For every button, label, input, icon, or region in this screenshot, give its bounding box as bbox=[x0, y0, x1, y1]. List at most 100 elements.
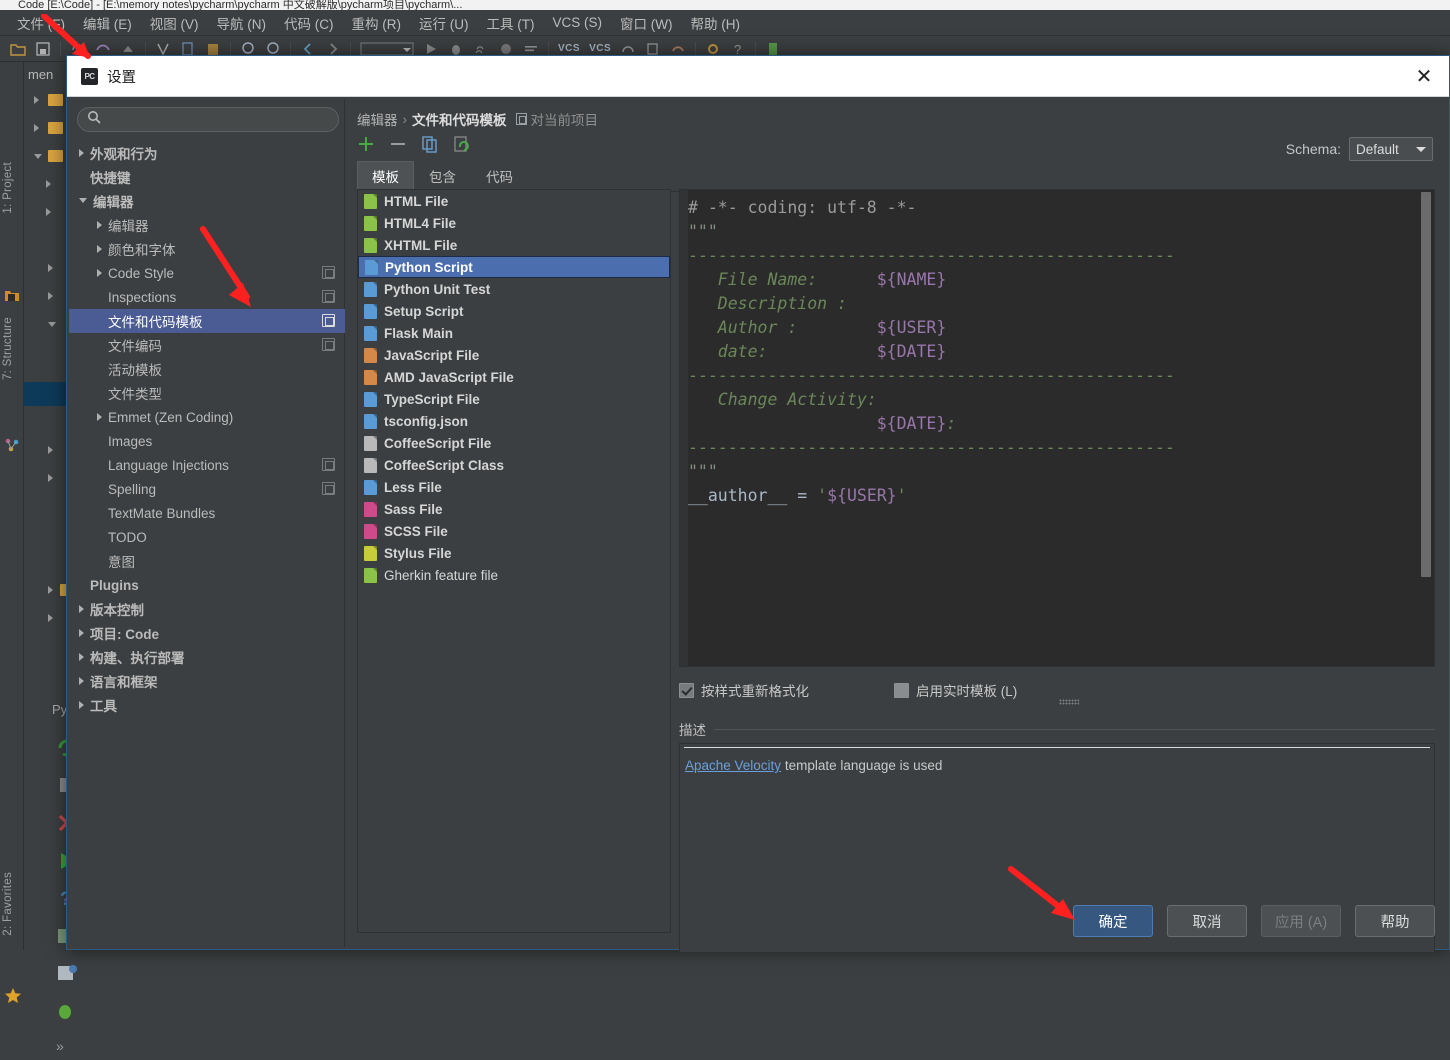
vcs-commit-icon[interactable]: VCS bbox=[589, 43, 611, 54]
chevron-right-icon[interactable] bbox=[97, 221, 102, 229]
menu-navigate[interactable]: 导航 (N) bbox=[208, 11, 276, 35]
debug-bug-icon[interactable] bbox=[56, 1000, 78, 1022]
settings-tree-item[interactable]: 编辑器 bbox=[69, 189, 345, 213]
template-list-item[interactable]: tsconfig.json bbox=[358, 410, 670, 432]
chevron-right-icon[interactable] bbox=[34, 124, 39, 132]
template-editor[interactable]: # -*- coding: utf-8 -*- """ --------------… bbox=[679, 189, 1435, 667]
settings-tree-item[interactable]: 编辑器 bbox=[69, 213, 345, 237]
template-list-item[interactable]: SCSS File bbox=[358, 520, 670, 542]
chevron-right-icon[interactable] bbox=[48, 264, 53, 272]
editor-code[interactable]: # -*- coding: utf-8 -*- """ --------------… bbox=[688, 196, 1412, 666]
chevron-down-icon[interactable] bbox=[48, 322, 56, 331]
sidebar-item-structure[interactable]: 7: Structure bbox=[2, 317, 22, 380]
print-icon[interactable] bbox=[56, 962, 78, 984]
project-tree-row[interactable] bbox=[24, 116, 70, 140]
template-list-item[interactable]: XHTML File bbox=[358, 234, 670, 256]
template-list-item[interactable]: Less File bbox=[358, 476, 670, 498]
settings-tree-item[interactable]: Emmet (Zen Coding) bbox=[69, 405, 345, 429]
tab-2[interactable]: 代码 bbox=[471, 161, 528, 191]
cancel-button[interactable]: 取消 bbox=[1167, 905, 1247, 937]
chevron-right-icon[interactable] bbox=[97, 413, 102, 421]
template-list-item[interactable]: HTML4 File bbox=[358, 212, 670, 234]
chevron-right-icon[interactable] bbox=[48, 474, 53, 482]
chevron-right-icon[interactable] bbox=[97, 269, 102, 277]
project-tree-row[interactable] bbox=[24, 466, 70, 490]
template-list-item[interactable]: Gherkin feature file bbox=[358, 564, 670, 586]
settings-tree-item[interactable]: 活动模板 bbox=[69, 357, 345, 381]
tab-0[interactable]: 模板 bbox=[357, 161, 414, 191]
template-list-item[interactable]: Python Script bbox=[358, 256, 670, 278]
project-tree-row[interactable] bbox=[24, 578, 72, 602]
template-list-item[interactable]: Stylus File bbox=[358, 542, 670, 564]
settings-tree-item[interactable]: 外观和行为 bbox=[69, 141, 345, 165]
close-icon[interactable]: ✕ bbox=[1409, 61, 1439, 91]
settings-tree-item[interactable]: 意图 bbox=[69, 549, 345, 573]
star-icon[interactable] bbox=[4, 987, 21, 1003]
sidebar-item-project[interactable]: 1: Project bbox=[2, 162, 22, 214]
settings-tree-item[interactable]: Spelling bbox=[69, 477, 345, 501]
chevron-right-icon[interactable] bbox=[34, 96, 39, 104]
add-icon[interactable] bbox=[357, 135, 375, 153]
splitter-grip-icon[interactable] bbox=[1059, 699, 1079, 705]
project-tree-row[interactable] bbox=[24, 606, 70, 630]
editor-scrollbar[interactable] bbox=[1420, 192, 1432, 642]
settings-tree-item[interactable]: Language Injections bbox=[69, 453, 345, 477]
settings-tree-item[interactable]: Code Style bbox=[69, 261, 345, 285]
settings-tree-item[interactable]: 构建、执行部署 bbox=[69, 645, 345, 669]
chevron-right-icon[interactable] bbox=[46, 208, 51, 216]
apply-button[interactable]: 应用 (A) bbox=[1261, 905, 1341, 937]
checkbox-icon[interactable] bbox=[894, 682, 909, 698]
settings-tree-item[interactable]: 颜色和字体 bbox=[69, 237, 345, 261]
settings-tree-item[interactable]: Inspections bbox=[69, 285, 345, 309]
sidebar-item-favorites[interactable]: 2: Favorites bbox=[2, 872, 22, 936]
project-tree-row[interactable] bbox=[24, 256, 70, 280]
chevron-right-icon[interactable] bbox=[79, 149, 84, 157]
remove-icon[interactable] bbox=[389, 135, 407, 153]
chevron-right-icon[interactable] bbox=[48, 614, 53, 622]
live-template-checkbox[interactable]: 启用实时模板 (L) bbox=[894, 680, 1017, 700]
settings-tree-item[interactable]: TextMate Bundles bbox=[69, 501, 345, 525]
template-list[interactable]: HTML File HTML4 File XHTML File Python Scri… bbox=[357, 189, 671, 933]
settings-tree-item[interactable]: 文件和代码模板 bbox=[69, 309, 345, 333]
scrollbar-thumb[interactable] bbox=[1421, 192, 1431, 577]
settings-tree-item[interactable]: Images bbox=[69, 429, 345, 453]
settings-tree[interactable]: 外观和行为 快捷键 编辑器 编辑器 颜色和字体 Code Style Inspections… bbox=[69, 141, 345, 947]
project-tree-row-selected[interactable] bbox=[24, 382, 70, 406]
open-folder-icon[interactable] bbox=[10, 41, 26, 57]
settings-tree-item[interactable]: 工具 bbox=[69, 693, 345, 717]
menu-file[interactable]: 文件 (F) bbox=[8, 11, 74, 35]
template-list-item[interactable]: Flask Main bbox=[358, 322, 670, 344]
tab-1[interactable]: 包含 bbox=[414, 161, 471, 191]
search-box[interactable] bbox=[77, 107, 339, 132]
more-chevrons-icon[interactable]: » bbox=[56, 1038, 78, 1060]
template-list-item[interactable]: AMD JavaScript File bbox=[358, 366, 670, 388]
menu-vcs[interactable]: VCS (S) bbox=[544, 13, 612, 32]
template-list-item[interactable]: Python Unit Test bbox=[358, 278, 670, 300]
settings-tree-item[interactable]: 版本控制 bbox=[69, 597, 345, 621]
template-list-item[interactable]: JavaScript File bbox=[358, 344, 670, 366]
menu-tools[interactable]: 工具 (T) bbox=[478, 11, 544, 35]
chevron-right-icon[interactable] bbox=[79, 701, 84, 709]
menu-view[interactable]: 视图 (V) bbox=[141, 11, 208, 35]
chevron-right-icon[interactable] bbox=[79, 677, 84, 685]
chevron-right-icon[interactable] bbox=[48, 586, 53, 594]
help-button[interactable]: 帮助 bbox=[1355, 905, 1435, 937]
settings-tree-item[interactable]: 快捷键 bbox=[69, 165, 345, 189]
vcs-update-icon[interactable]: VCS bbox=[558, 43, 580, 54]
checkbox-icon[interactable] bbox=[679, 682, 694, 698]
menu-help[interactable]: 帮助 (H) bbox=[682, 11, 750, 35]
project-tree-row[interactable] bbox=[24, 144, 70, 168]
project-tree-row[interactable] bbox=[24, 88, 70, 112]
project-tree-row[interactable] bbox=[24, 200, 70, 224]
breadcrumb-root[interactable]: 编辑器 bbox=[357, 109, 398, 129]
menu-edit[interactable]: 编辑 (E) bbox=[74, 11, 141, 35]
chevron-down-icon[interactable] bbox=[34, 154, 42, 163]
template-list-item[interactable]: Setup Script bbox=[358, 300, 670, 322]
template-list-item[interactable]: HTML File bbox=[358, 190, 670, 212]
template-list-item[interactable]: CoffeeScript File bbox=[358, 432, 670, 454]
menu-window[interactable]: 窗口 (W) bbox=[611, 11, 681, 35]
settings-tree-item[interactable]: Plugins bbox=[69, 573, 345, 597]
chevron-right-icon[interactable] bbox=[48, 292, 53, 300]
settings-tree-item[interactable]: 文件编码 bbox=[69, 333, 345, 357]
settings-tree-item[interactable]: 文件类型 bbox=[69, 381, 345, 405]
